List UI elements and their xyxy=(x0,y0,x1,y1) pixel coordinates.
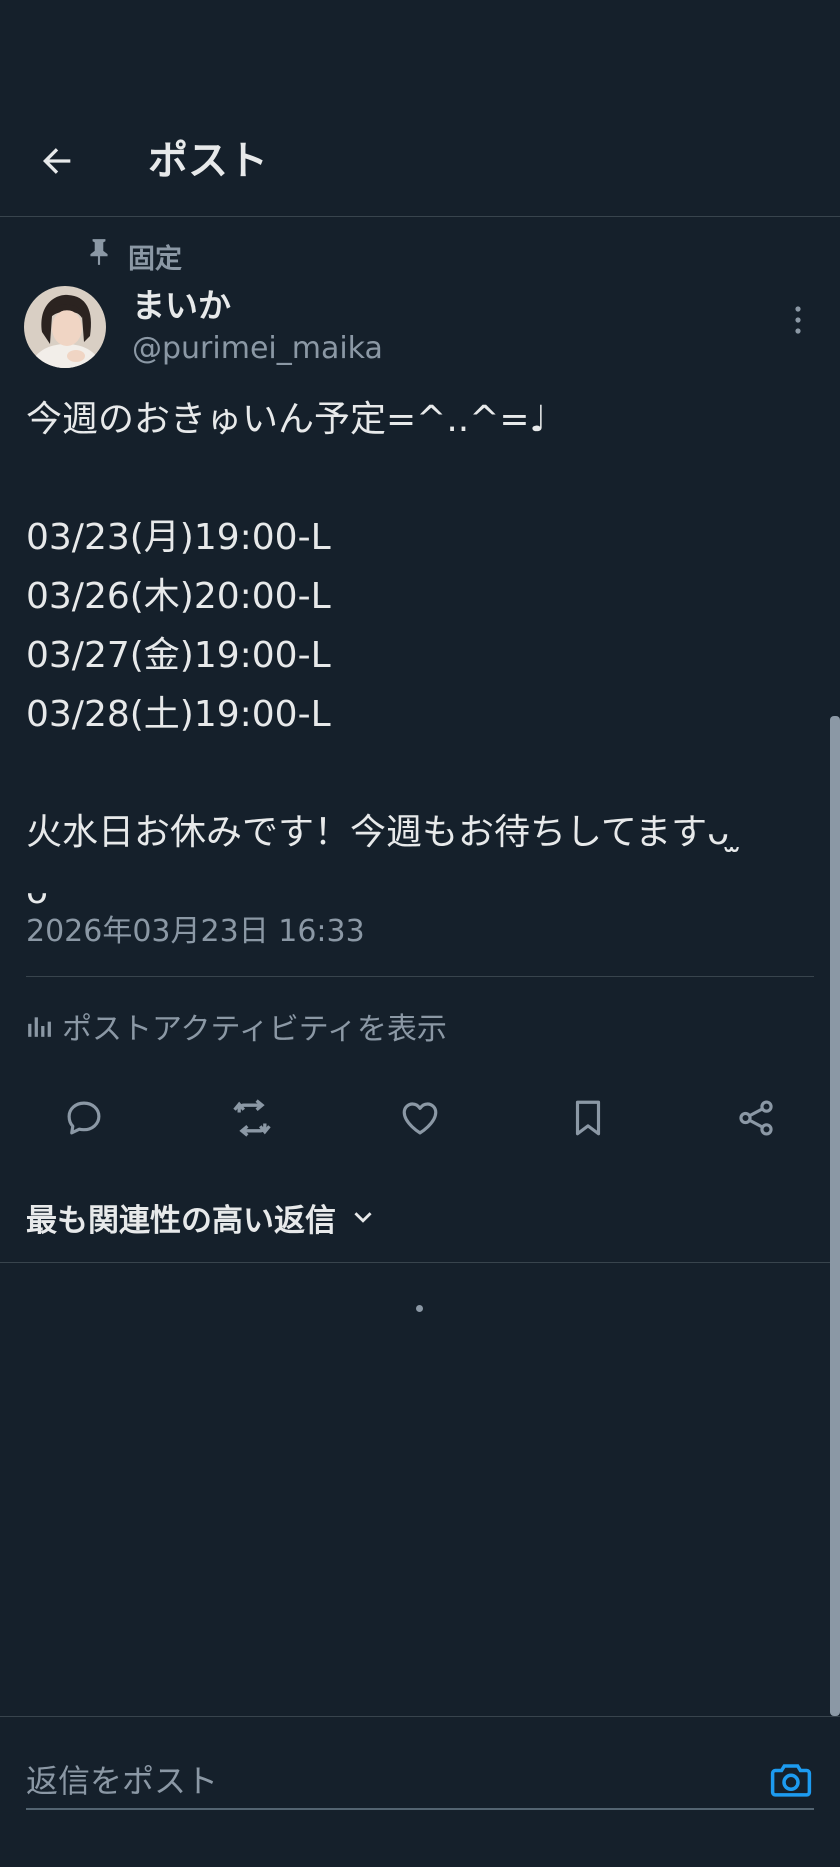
loading-indicator xyxy=(416,1305,423,1312)
post-text: 今週のおきゅいん予定=^..^=♩ 03/23(月)19:00-L 03/26(… xyxy=(26,390,816,921)
post-timestamp[interactable]: 2026年03月23日 16:33 xyxy=(26,910,365,954)
page-title: ポスト xyxy=(148,138,268,184)
schedule-line: 03/23(月)19:00-L xyxy=(26,517,331,558)
pinned-indicator: 固定 xyxy=(86,236,182,276)
pin-icon xyxy=(90,239,108,265)
analytics-icon xyxy=(28,1017,51,1037)
divider xyxy=(0,1262,832,1263)
avatar-image xyxy=(24,286,106,368)
repost-icon xyxy=(233,1099,271,1137)
reply-sort-dropdown[interactable]: 最も関連性の高い返信 xyxy=(26,1194,376,1240)
action-bar xyxy=(0,1090,840,1146)
reply-icon xyxy=(67,1101,101,1135)
reply-input[interactable] xyxy=(26,1753,726,1809)
like-button[interactable] xyxy=(392,1090,448,1146)
divider xyxy=(26,976,814,977)
bookmark-button[interactable] xyxy=(560,1090,616,1146)
heart-icon xyxy=(402,1102,438,1135)
closing-emoticon: ᴗ ̫ xyxy=(707,812,741,853)
share-icon xyxy=(739,1100,773,1136)
pinned-label: 固定 xyxy=(128,243,182,275)
reply-button[interactable] xyxy=(56,1090,112,1146)
share-button[interactable] xyxy=(728,1090,784,1146)
activity-label: ポストアクティビティを表示 xyxy=(62,1012,447,1047)
reply-composer xyxy=(0,1716,840,1867)
post-detail-screen: ポスト 固定 まいか @purimei_maika 今週のおきゅいん予定=^..… xyxy=(0,0,840,1867)
post-activity-link[interactable]: ポストアクティビティを表示 xyxy=(26,1004,447,1048)
schedule-line: 03/26(木)20:00-L xyxy=(26,576,331,617)
arrow-left-icon xyxy=(43,148,71,174)
input-underline xyxy=(26,1808,814,1810)
author-handle[interactable]: @purimei_maika xyxy=(132,328,383,370)
repost-button[interactable] xyxy=(224,1090,280,1146)
author-display-name[interactable]: まいか xyxy=(132,284,231,328)
bookmark-icon xyxy=(575,1100,601,1136)
scrollbar[interactable] xyxy=(830,716,840,1716)
more-vertical-icon xyxy=(795,306,801,334)
more-options-button[interactable] xyxy=(778,300,818,340)
chevron-down-icon xyxy=(354,1212,372,1223)
schedule-line: 03/27(金)19:00-L xyxy=(26,635,331,676)
back-button[interactable] xyxy=(34,138,80,184)
closing-text: 火水日お休みです！今週もお待ちしてます xyxy=(26,812,708,853)
schedule-line: 03/28(土)19:00-L xyxy=(26,694,331,735)
camera-button[interactable] xyxy=(766,1755,816,1805)
post-intro-line: 今週のおきゅいん予定=^..^=♩ xyxy=(26,399,547,440)
closing-line: 火水日お休みです！今週もお待ちしてますᴗ ̫ xyxy=(26,803,816,862)
top-bar: ポスト xyxy=(0,0,840,217)
avatar[interactable] xyxy=(24,286,106,368)
camera-icon xyxy=(770,1764,812,1797)
reply-sort-label: 最も関連性の高い返信 xyxy=(26,1202,336,1239)
